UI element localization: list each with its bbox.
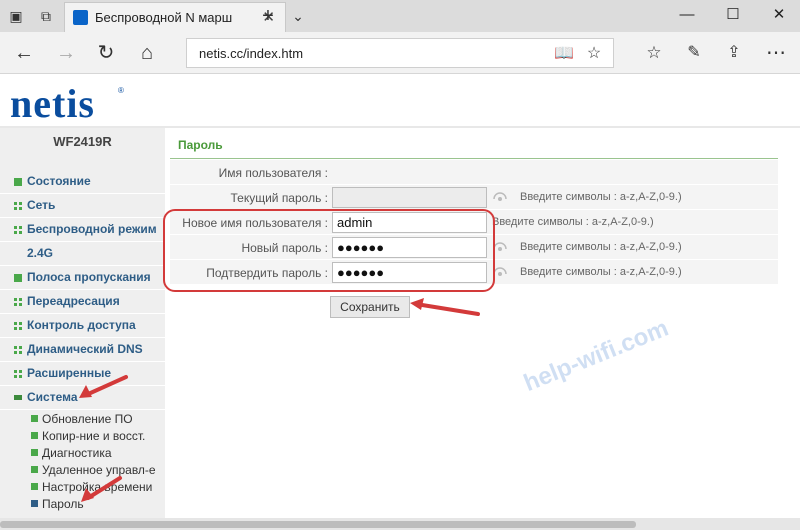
share-icon[interactable]: ⇪ [720,40,748,66]
sidebar-subitem-backup-restore[interactable]: Копир-ние и восст. [0,428,165,445]
horizontal-scrollbar[interactable] [0,518,800,530]
title-bar: ▣ ⧉ Беспроводной N марш ✕ + ⌄ — ☐ ✕ [0,0,800,32]
tab-title: Беспроводной N марш [95,10,233,25]
close-button[interactable]: ✕ [764,4,794,26]
home-icon[interactable]: ⌂ [133,40,161,66]
refresh-icon[interactable]: ↻ [92,40,120,66]
favorites-hub-icon[interactable]: ☆ [640,40,668,66]
new-username-hint: Введите символы : a-z,A-Z,0-9.) [492,216,654,228]
logo-bar: netis ® [0,74,800,128]
sidebar: WF2419R Состояние Сеть Беспроводной режи… [0,128,165,530]
red-highlight-annotation [163,209,495,292]
tab-favicon-icon [73,10,88,25]
new-password-hint: Введите символы : a-z,A-Z,0-9.) [520,241,682,253]
tab-back-icon[interactable]: ⧉ [36,6,56,26]
sidebar-item-ddns[interactable]: Динамический DNS [0,338,165,362]
menu-grid-icon [14,322,22,330]
sidebar-item-access-control[interactable]: Контроль доступа [0,314,165,338]
sidebar-subitem-label: Диагностика [42,446,112,460]
sidebar-item-bandwidth[interactable]: Полоса пропускания [0,266,165,290]
back-arrow-icon[interactable]: ← [10,40,38,66]
minimize-button[interactable]: — [672,4,702,26]
router-page: netis ® WF2419R Состояние Сеть Беспровод… [0,74,800,530]
sidebar-item-label: Полоса пропускания [27,270,151,284]
reading-view-icon[interactable]: 📖 [553,43,575,65]
save-button[interactable]: Сохранить [330,296,410,318]
model-name: WF2419R [53,134,112,149]
forward-arrow-icon[interactable]: → [52,40,80,66]
current-password-label: Текущий пароль : [230,191,328,205]
sidebar-item-label: 2.4G [27,246,54,260]
pen-notes-icon[interactable]: ✎ [680,40,708,66]
address-bar[interactable]: netis.cc/index.htm 📖 ☆ [186,38,614,68]
arrow-annotation-save [410,298,480,316]
new-tab-icon[interactable]: + [258,6,278,26]
sidebar-subitem-firmware-update[interactable]: Обновление ПО [0,411,165,428]
netis-logo: netis [10,81,95,126]
menu-grid-icon [14,202,22,210]
registered-mark: ® [118,86,124,95]
section-title: Пароль [178,138,223,152]
browser-tab[interactable]: Беспроводной N марш ✕ [64,2,286,32]
arrow-annotation-system [79,375,128,398]
sidebar-item-label: Контроль доступа [27,318,136,332]
more-menu-icon[interactable]: ⋯ [762,40,790,66]
sidebar-item-status[interactable]: Состояние [0,170,165,194]
submenu-square-icon [31,432,38,439]
submenu-square-icon [31,415,38,422]
row-current-password: Текущий пароль : Введите символы : a-z,A… [170,185,778,210]
menu-expanded-icon [14,395,22,400]
confirm-password-hint: Введите символы : a-z,A-Z,0-9.) [520,266,682,278]
eye-icon[interactable] [493,266,507,278]
tab-list-chevron-icon[interactable]: ⌄ [288,6,308,26]
address-url: netis.cc/index.htm [199,46,304,61]
password-settings-panel: Пароль Имя пользователя : Текущий пароль… [170,128,800,530]
eye-icon[interactable] [493,191,507,203]
menu-grid-icon [14,298,22,306]
sidebar-item-label: Динамический DNS [27,342,143,356]
submenu-square-icon [31,466,38,473]
sidebar-item-label: Система [27,390,78,404]
sidebar-item-label: Состояние [27,174,91,188]
sidebar-subitem-diagnostics[interactable]: Диагностика [0,445,165,462]
sidebar-subitem-label: Копир-ние и восст. [42,429,146,443]
sidebar-item-forwarding[interactable]: Переадресация [0,290,165,314]
sidebar-item-network[interactable]: Сеть [0,194,165,218]
sidebar-item-wireless[interactable]: Беспроводной режим [0,218,165,242]
row-username: Имя пользователя : [170,160,778,185]
menu-square-icon [14,274,22,282]
sidebar-item-label: Сеть [27,198,56,212]
menu-grid-icon [14,346,22,354]
navigation-bar: ← → ↻ ⌂ netis.cc/index.htm 📖 ☆ ☆ ✎ ⇪ ⋯ [0,32,800,74]
eye-icon[interactable] [493,241,507,253]
menu-grid-icon [14,370,22,378]
arrow-annotation-password [81,476,122,502]
sidebar-item-label: Беспроводной режим [27,222,157,236]
sidebar-subitem-label: Обновление ПО [42,412,133,426]
scrollbar-thumb[interactable] [0,521,636,528]
maximize-button[interactable]: ☐ [718,4,748,26]
menu-square-icon [14,178,22,186]
submenu-square-icon [31,500,38,507]
section-divider [170,158,778,159]
submenu-square-icon [31,449,38,456]
sidebar-item-label: Переадресация [27,294,120,308]
current-password-input[interactable] [332,187,487,208]
menu-grid-icon [14,226,22,234]
favorite-star-icon[interactable]: ☆ [583,43,605,65]
sidebar-item-2-4g[interactable]: 2.4G [0,242,165,266]
username-label: Имя пользователя : [218,166,328,180]
current-password-hint: Введите символы : a-z,A-Z,0-9.) [520,191,682,203]
submenu-square-icon [31,483,38,490]
tab-actions-icon[interactable]: ▣ [6,6,26,26]
